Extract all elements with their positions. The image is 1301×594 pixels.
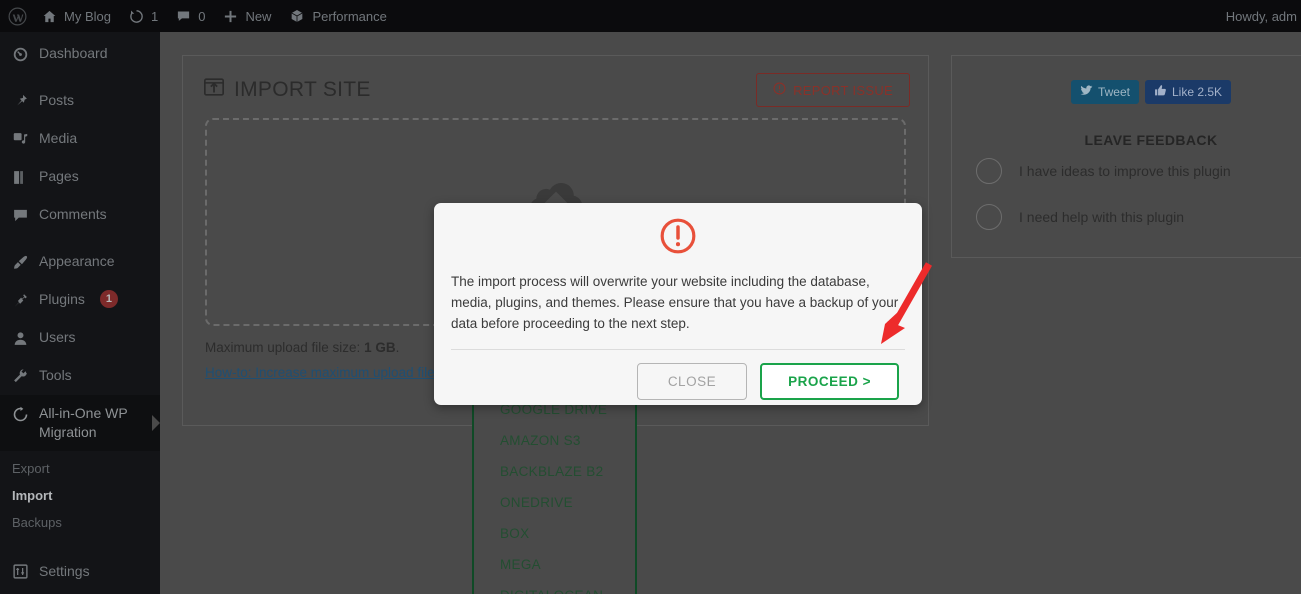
storage-provider-dropdown[interactable]: GOOGLE DRIVE AMAZON S3 BACKBLAZE B2 ONED… xyxy=(472,392,637,594)
performance-label: Performance xyxy=(312,8,387,24)
submenu-item-export[interactable]: Export xyxy=(0,455,160,482)
feedback-option-label: I have ideas to improve this plugin xyxy=(1019,163,1231,179)
settings-sliders-icon xyxy=(10,562,30,582)
migration-submenu: Export Import Backups xyxy=(0,450,160,544)
admin-bar: My Blog 1 0 New Performance Howdy, adm xyxy=(0,0,1301,32)
twitter-bird-icon xyxy=(1080,84,1093,100)
modal-actions: CLOSE PROCEED > xyxy=(434,350,922,400)
sidebar-item-all-in-one-wp-migration[interactable]: All-in-One WP Migration xyxy=(0,395,160,451)
sidebar-item-plugins[interactable]: Plugins 1 xyxy=(0,281,160,319)
radio-button[interactable] xyxy=(976,204,1002,230)
sidebar-item-label: Appearance xyxy=(39,253,115,269)
updates-count: 1 xyxy=(150,8,159,24)
thumbs-up-icon xyxy=(1154,84,1167,100)
howdy-label[interactable]: Howdy, adm xyxy=(1226,9,1301,24)
sidebar-item-label: Settings xyxy=(39,562,90,579)
site-name-label: My Blog xyxy=(64,8,111,24)
leave-feedback-title: LEAVE FEEDBACK xyxy=(1084,132,1218,148)
new-content-label: New xyxy=(245,8,272,24)
max-upload-prefix: Maximum upload file size: xyxy=(205,340,365,355)
pages-icon xyxy=(10,167,30,187)
sidebar-item-tools[interactable]: Tools xyxy=(0,357,160,395)
sidebar-item-label: Users xyxy=(39,329,76,345)
new-content-menu[interactable]: New xyxy=(214,0,280,32)
media-icon xyxy=(10,129,30,149)
provider-item-box[interactable]: BOX xyxy=(474,518,635,549)
max-upload-value: 1 GB xyxy=(364,340,396,355)
admin-bar-right: Howdy, adm xyxy=(1226,9,1301,24)
dashboard-gauge-icon xyxy=(10,44,30,64)
modal-message: The import process will overwrite your w… xyxy=(451,274,899,331)
provider-item-onedrive[interactable]: ONEDRIVE xyxy=(474,487,635,518)
feedback-option-help[interactable]: I need help with this plugin xyxy=(952,194,1301,240)
performance-icon xyxy=(289,8,305,24)
submenu-item-backups[interactable]: Backups xyxy=(0,509,160,536)
provider-item-digitalocean[interactable]: DIGITALOCEAN xyxy=(474,580,635,594)
wordpress-logo-icon xyxy=(8,7,27,26)
admin-sidebar: Dashboard Posts Media Pages Comments App… xyxy=(0,32,160,594)
provider-item-backblaze-b2[interactable]: BACKBLAZE B2 xyxy=(474,456,635,487)
social-buttons: Tweet Like 2.5K xyxy=(952,56,1301,104)
sidebar-item-label: Pages xyxy=(39,168,79,184)
comments-menu[interactable]: 0 xyxy=(167,0,214,32)
plus-icon xyxy=(223,9,238,24)
page-title: IMPORT SITE xyxy=(203,76,371,104)
site-name-menu[interactable]: My Blog xyxy=(33,0,120,32)
proceed-button[interactable]: PROCEED > xyxy=(760,362,899,400)
wordpress-logo-button[interactable] xyxy=(0,0,33,32)
screen: My Blog 1 0 New Performance Howdy, adm D… xyxy=(0,0,1301,594)
sidebar-item-label: Media xyxy=(39,130,78,146)
exclamation-circle-icon xyxy=(773,82,786,98)
sidebar-item-media[interactable]: Media xyxy=(0,120,160,158)
exclamation-circle-icon xyxy=(659,218,697,259)
sidebar-item-label: Posts xyxy=(39,92,75,108)
migration-arrow-icon xyxy=(10,404,30,424)
sidebar-item-label: Plugins xyxy=(39,291,85,307)
sidebar-item-pages[interactable]: Pages xyxy=(0,158,160,196)
performance-menu[interactable]: Performance xyxy=(280,0,395,32)
sidebar-item-label: Tools xyxy=(39,367,72,383)
import-warning-modal: The import process will overwrite your w… xyxy=(434,203,922,405)
page-title-text: IMPORT SITE xyxy=(234,78,371,101)
sidebar-item-comments[interactable]: Comments xyxy=(0,196,160,234)
feedback-option-label: I need help with this plugin xyxy=(1019,209,1184,225)
plugins-update-badge: 1 xyxy=(99,290,119,308)
sidebar-item-appearance[interactable]: Appearance xyxy=(0,243,160,281)
pin-icon xyxy=(10,91,30,111)
user-icon xyxy=(10,328,30,348)
report-issue-button[interactable]: REPORT ISSUE xyxy=(756,73,910,107)
facebook-like-button[interactable]: Like 2.5K xyxy=(1144,80,1232,104)
comment-bubble-icon xyxy=(176,9,191,24)
plug-icon xyxy=(10,290,30,310)
updates-refresh-icon xyxy=(129,9,144,24)
sidebar-item-label: All-in-One WP Migration xyxy=(39,405,128,440)
comment-bubble-icon xyxy=(10,205,30,225)
close-button[interactable]: CLOSE xyxy=(636,362,748,400)
warning-icon-wrap xyxy=(434,203,922,260)
sidebar-item-label: Comments xyxy=(39,206,107,222)
tweet-label: Tweet xyxy=(1097,85,1130,99)
sidebar-item-users[interactable]: Users xyxy=(0,319,160,357)
updates-menu[interactable]: 1 xyxy=(120,0,167,32)
home-icon xyxy=(42,9,57,24)
like-label: Like 2.5K xyxy=(1171,85,1223,99)
feedback-panel: Tweet Like 2.5K LEAVE FEEDBACK I have id… xyxy=(951,55,1301,258)
provider-item-mega[interactable]: MEGA xyxy=(474,549,635,580)
feedback-option-improve[interactable]: I have ideas to improve this plugin xyxy=(952,148,1301,194)
submenu-item-import[interactable]: Import xyxy=(0,482,160,509)
sidebar-item-posts[interactable]: Posts xyxy=(0,82,160,120)
max-upload-suffix: . xyxy=(395,340,400,355)
panel-header: IMPORT SITE REPORT ISSUE xyxy=(183,56,928,108)
tweet-button[interactable]: Tweet xyxy=(1070,80,1139,104)
sidebar-item-dashboard[interactable]: Dashboard xyxy=(0,32,160,73)
radio-button[interactable] xyxy=(976,158,1002,184)
comments-count: 0 xyxy=(198,8,206,24)
sidebar-item-label: Dashboard xyxy=(39,45,108,61)
wrench-icon xyxy=(10,366,30,386)
sidebar-item-settings[interactable]: Settings xyxy=(0,553,160,591)
import-site-icon xyxy=(203,76,225,104)
provider-item-amazon-s3[interactable]: AMAZON S3 xyxy=(474,425,635,456)
paintbrush-icon xyxy=(10,252,30,272)
report-issue-label: REPORT ISSUE xyxy=(793,82,893,98)
